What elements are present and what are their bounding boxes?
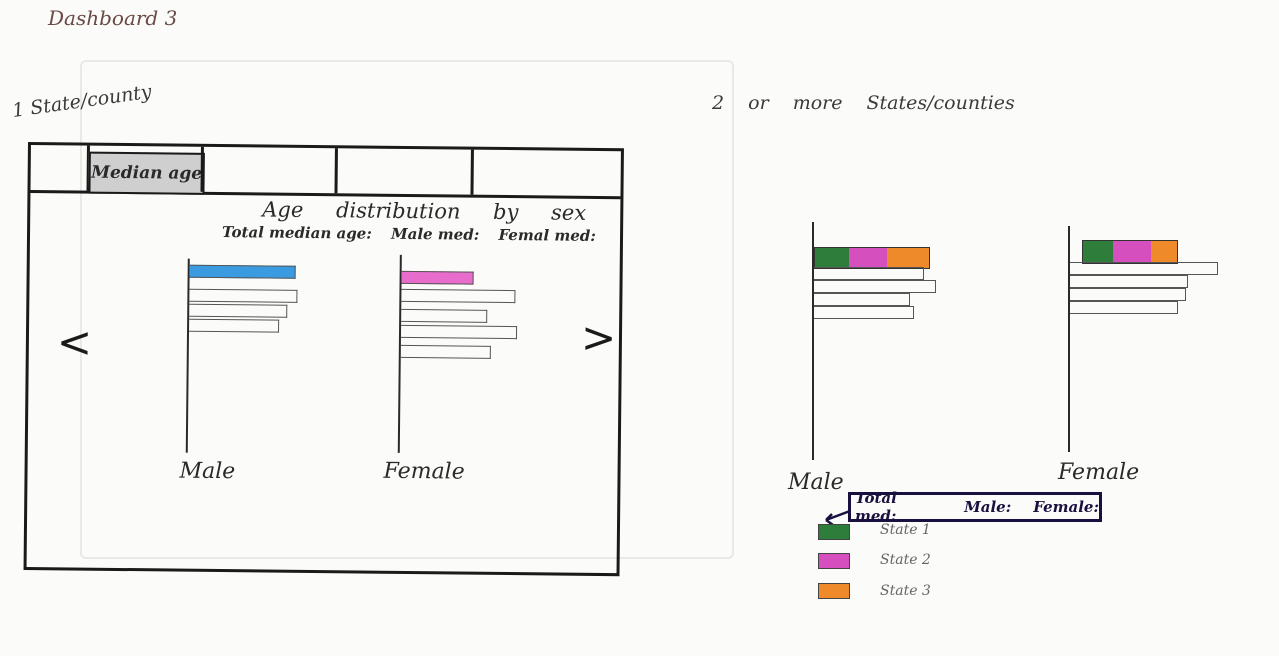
female-label: Female — [383, 458, 465, 485]
total-median-label: Total med: — [855, 489, 897, 525]
tab-empty-2[interactable] — [337, 148, 471, 194]
multi-male-top-bar — [814, 247, 930, 269]
next-arrow-button[interactable]: > — [581, 313, 617, 362]
female-state3-segment — [1151, 241, 1177, 263]
multi-female-bar — [1070, 262, 1218, 275]
median-summary: Total median age: Male med: Femal med: — [222, 223, 610, 245]
female-bar-highlight — [401, 270, 474, 285]
multi-male-bar — [814, 293, 910, 306]
female-bar — [400, 344, 491, 359]
female-state1-segment — [1083, 241, 1113, 263]
tab-bar: Median age — [30, 145, 621, 200]
tab-empty-1[interactable] — [203, 147, 333, 193]
legend-label-state2: State 2 — [880, 552, 931, 568]
multi-male-bar — [814, 280, 936, 293]
multi-female-label: Female — [1058, 460, 1140, 485]
total-median-label: Total median age: — [221, 223, 372, 243]
multi-female-bar — [1070, 301, 1178, 314]
female-bar — [400, 324, 518, 340]
male-state1-segment — [815, 248, 849, 268]
page-title: Dashboard 3 — [48, 6, 178, 30]
multi-male-bar — [814, 306, 914, 319]
multi-male-label: Male — [788, 470, 844, 495]
section-title-multi: 2 or more States/counties — [712, 92, 1015, 114]
female-bar — [401, 308, 488, 323]
female-state2-segment — [1113, 241, 1151, 263]
multi-female-axis — [1068, 226, 1070, 452]
dashboard-frame: Median age Age distribution by sex Total… — [23, 142, 624, 577]
female-median-label: Femal med: — [498, 225, 596, 245]
male-bar-highlight — [189, 264, 296, 279]
female-median-label: Female: — [1033, 498, 1099, 516]
prev-arrow-button[interactable]: < — [57, 317, 93, 366]
legend-label-state1: State 1 — [880, 522, 931, 538]
male-state3-segment — [887, 248, 929, 268]
tab-empty-3[interactable] — [473, 150, 619, 197]
male-state2-segment — [849, 248, 887, 268]
male-bar — [189, 318, 280, 333]
male-median-label: Male med: — [390, 224, 480, 244]
tab-median-age[interactable]: Median age — [88, 151, 205, 195]
chart-title: Age distribution by sex — [262, 197, 587, 225]
legend-label-state3: State 3 — [880, 583, 931, 599]
legend-swatch-state3 — [818, 583, 850, 599]
multi-female-bar — [1070, 288, 1186, 301]
male-bar — [189, 303, 288, 318]
multi-median-summary: Total med: Male: Female: — [848, 489, 1102, 525]
legend-swatch-state1 — [818, 524, 850, 540]
male-label: Male — [179, 458, 236, 485]
male-bar — [189, 288, 298, 303]
female-bar — [401, 288, 516, 304]
multi-female-top-bar — [1082, 240, 1178, 264]
multi-female-bar — [1070, 275, 1188, 288]
male-median-label: Male: — [964, 498, 1012, 516]
multi-male-bar — [814, 267, 924, 280]
legend-swatch-state2 — [818, 553, 850, 569]
